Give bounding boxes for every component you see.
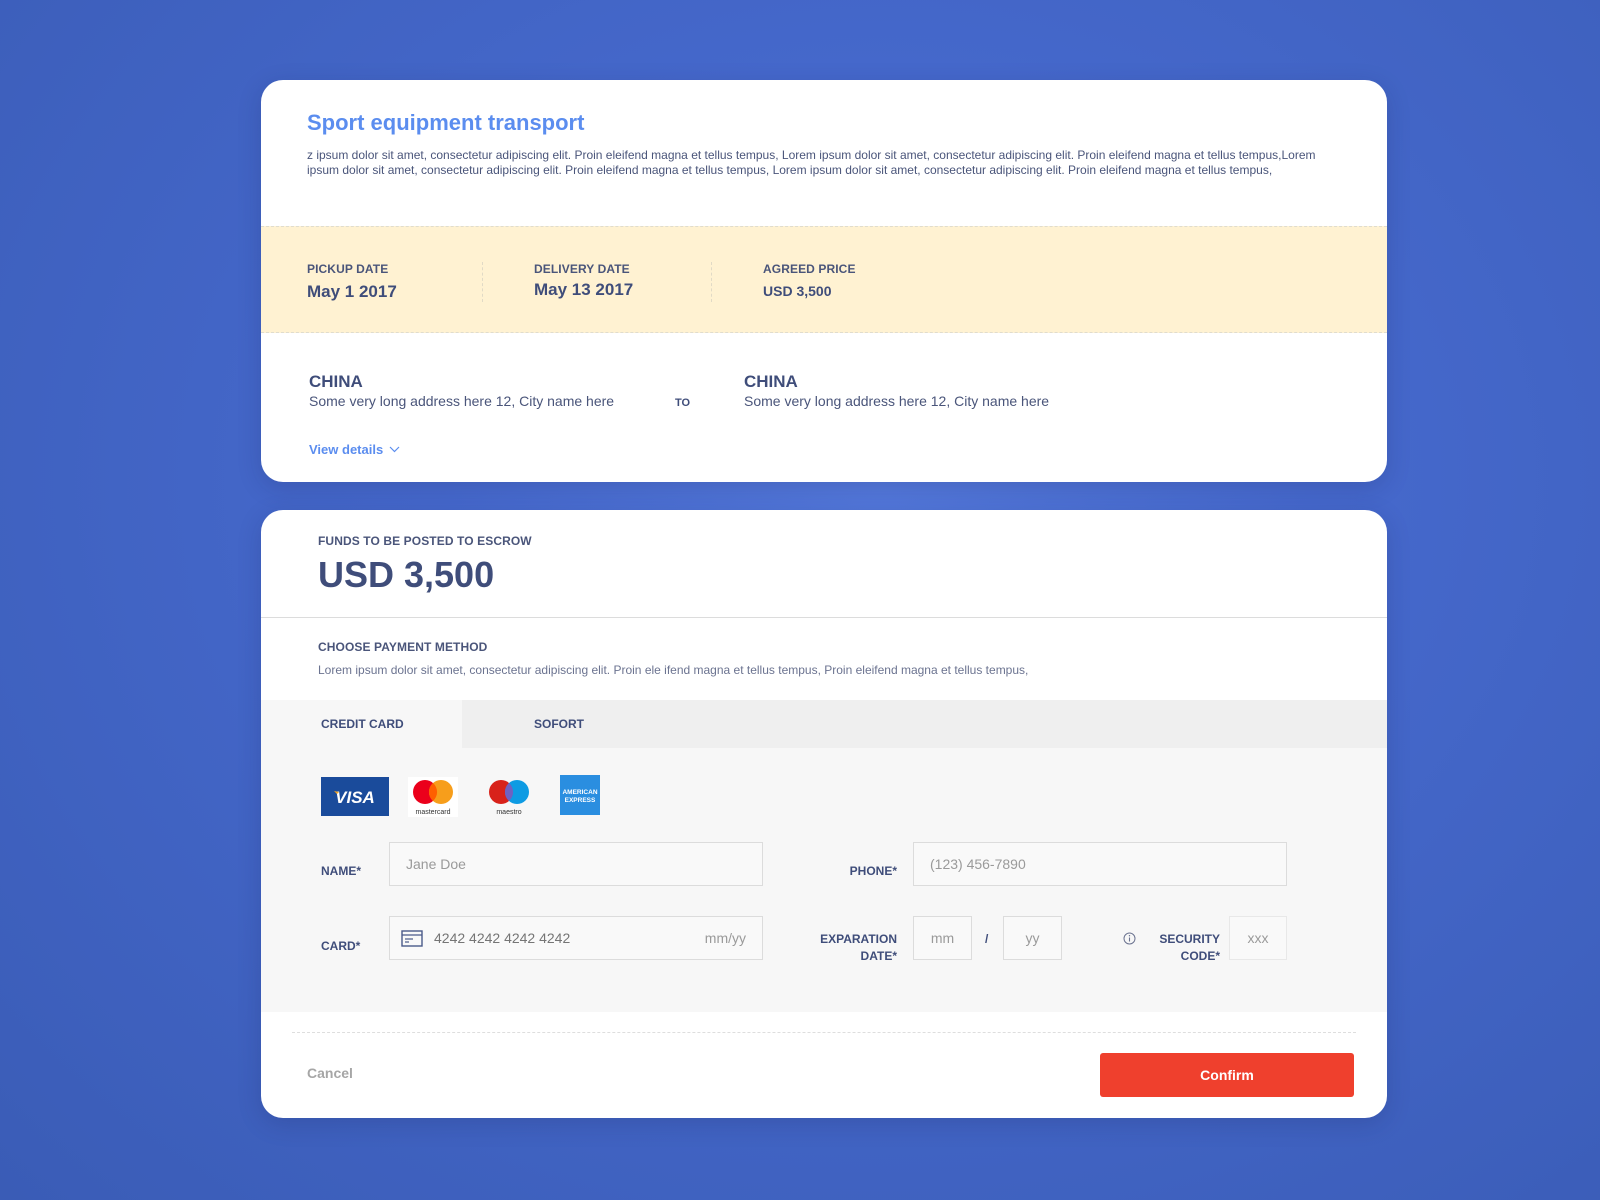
phone-label: PHONE* [849,864,897,878]
card-number-field[interactable]: mm/yy [389,916,763,960]
maestro-icon: maestro [489,780,529,816]
agreed-price-value: USD 3,500 [763,283,832,299]
funds-label: FUNDS TO BE POSTED TO ESCROW [318,534,532,548]
security-label-line2: CODE* [1180,949,1220,963]
shipment-description: z ipsum dolor sit amet, consectetur adip… [307,148,1316,177]
card-expiry-hint: mm/yy [704,930,746,946]
name-label: NAME* [321,864,362,878]
phone-input[interactable] [913,842,1287,886]
chevron-down-icon [389,446,400,453]
mastercard-icon: mastercard [408,777,458,817]
view-details-link[interactable]: View details [309,442,400,457]
visa-text: VISA [335,788,375,807]
origin-address: Some very long address here 12, City nam… [309,393,615,409]
divider [261,617,1387,618]
expiry-month-input[interactable] [913,916,972,960]
card-label: CARD* [321,939,361,953]
card-number-input[interactable] [434,917,664,958]
maestro-text: maestro [496,809,521,816]
payment-tabs: CREDIT CARD SOFORT [261,700,1387,748]
to-label: TO [675,397,691,409]
destination-address: Some very long address here 12, City nam… [744,393,1050,409]
payment-card: FUNDS TO BE POSTED TO ESCROW USD 3,500 C… [261,510,1387,1118]
pickup-date-value: May 1 2017 [307,282,397,301]
destination-country: CHINA [744,372,798,391]
divider [711,262,712,302]
payment-method-title: CHOOSE PAYMENT METHOD [318,640,488,654]
security-label-line1: SECURITY [1159,932,1220,946]
delivery-date-label: DELIVERY DATE [534,262,630,276]
name-input[interactable] [389,842,763,886]
expiry-separator: / [985,932,989,946]
credit-card-form: VISA mastercard maestro AMERICAN EXPRESS… [261,748,1387,1012]
info-icon[interactable] [1123,932,1136,945]
tab-credit-card[interactable]: CREDIT CARD [261,700,462,748]
security-code-input[interactable] [1229,916,1287,960]
credit-card-icon [401,930,423,947]
mastercard-text: mastercard [415,809,450,816]
origin-country: CHINA [309,372,363,391]
footer-divider [292,1032,1356,1033]
expiration-date-label: EXPARATION DATE* [776,931,897,965]
amex-text-line2: EXPRESS [565,797,596,804]
expiration-label-line2: DATE* [860,949,897,963]
shipment-summary-band: PICKUP DATE May 1 2017 DELIVERY DATE May… [261,226,1387,333]
security-code-label: SECURITY CODE* [1141,931,1220,965]
visa-icon: VISA [321,777,389,816]
view-details-label: View details [309,442,384,457]
shipment-card: Sport equipment transport z ipsum dolor … [261,80,1387,482]
payment-method-description: Lorem ipsum dolor sit amet, consectetur … [318,663,1029,677]
american-express-icon: AMERICAN EXPRESS [560,775,600,815]
tab-sofort[interactable]: SOFORT [462,700,584,748]
shipment-title: Sport equipment transport [307,110,585,135]
amex-text-line1: AMERICAN [562,789,597,796]
confirm-button[interactable]: Confirm [1100,1053,1354,1097]
funds-amount: USD 3,500 [318,554,495,595]
agreed-price-label: AGREED PRICE [763,262,856,276]
pickup-date-label: PICKUP DATE [307,262,389,276]
expiration-label-line1: EXPARATION [820,932,897,946]
expiry-year-input[interactable] [1003,916,1062,960]
delivery-date-value: May 13 2017 [534,280,634,299]
cancel-button[interactable]: Cancel [307,1065,353,1081]
divider [482,262,483,302]
